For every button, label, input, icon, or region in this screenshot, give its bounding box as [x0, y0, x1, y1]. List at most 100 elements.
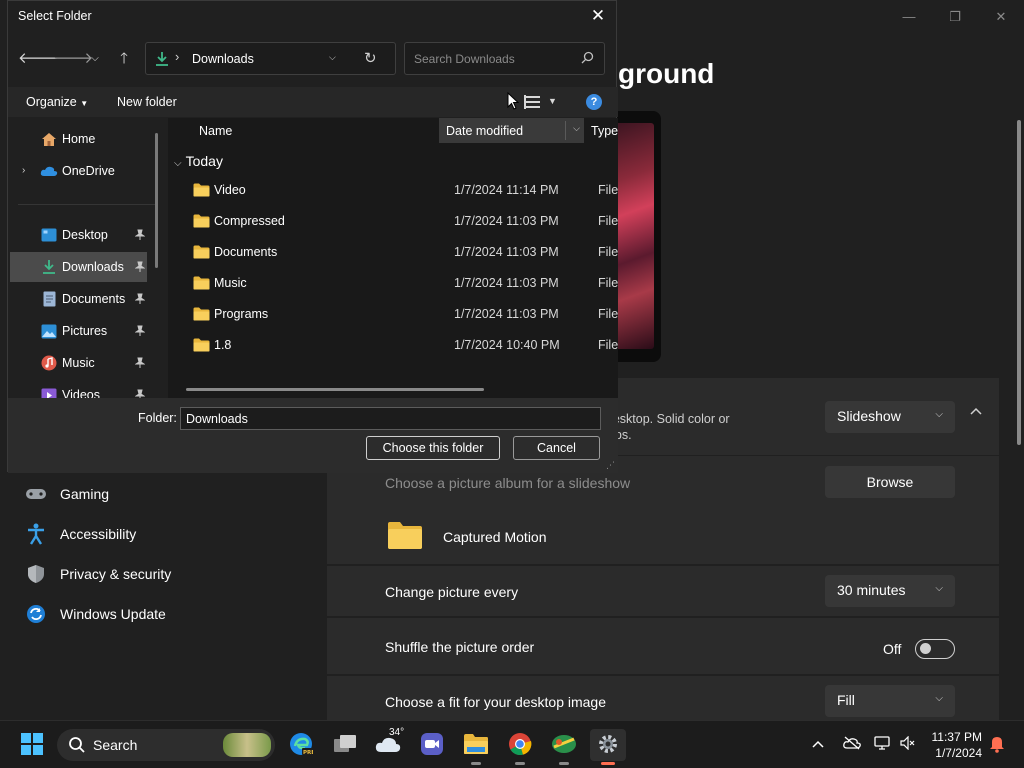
column-header-date[interactable]: Date modified ⌵ — [439, 118, 584, 143]
search-box[interactable]: Search Downloads — [404, 42, 605, 75]
nav-item-documents[interactable]: Documents — [10, 284, 147, 314]
snipping-app[interactable] — [546, 729, 582, 765]
nav-label: Gaming — [60, 486, 110, 502]
folder-name-input[interactable] — [180, 407, 601, 430]
resize-grip-icon[interactable]: ⋰ — [606, 460, 615, 471]
close-icon[interactable]: ✕ — [586, 5, 610, 29]
scrollbar[interactable] — [1017, 120, 1021, 445]
change-picture-dropdown[interactable]: 30 minutes ⌵ — [825, 575, 955, 607]
maximize-icon[interactable]: ❐ — [932, 6, 978, 28]
chevron-down-icon[interactable]: ⌵ — [329, 52, 336, 63]
fit-dropdown[interactable]: Fill ⌵ — [825, 685, 955, 717]
caret-down-icon[interactable]: ▼ — [548, 96, 557, 106]
start-button[interactable] — [14, 729, 50, 761]
meet-app[interactable] — [414, 729, 450, 761]
desktop-icon — [40, 226, 58, 244]
up-arrow-icon[interactable]: 🡑 — [112, 48, 136, 70]
network-icon[interactable] — [874, 736, 890, 753]
file-row[interactable]: 1.8 1/7/2024 10:40 PM File fo — [182, 330, 618, 360]
file-type: File fo — [598, 183, 618, 197]
forward-arrow-icon[interactable]: 🡒 — [53, 48, 93, 70]
nav-label: Home — [62, 132, 96, 146]
file-type: File fo — [598, 307, 618, 321]
nav-item-videos[interactable]: Videos — [10, 380, 147, 398]
cancel-button[interactable]: Cancel — [513, 436, 600, 460]
nav-item-home[interactable]: Home — [40, 124, 166, 154]
chevron-up-icon[interactable] — [812, 736, 824, 751]
minimize-icon[interactable]: — — [886, 6, 932, 28]
cloud-offline-icon[interactable] — [843, 736, 861, 753]
nav-label: Music — [62, 356, 95, 370]
toggle-state-label: Off — [883, 641, 902, 657]
file-row[interactable]: Music 1/7/2024 11:03 PM File fo — [182, 268, 618, 298]
nav-item-onedrive[interactable]: OneDrive — [40, 156, 166, 186]
shuffle-toggle[interactable] — [915, 639, 955, 659]
address-path: Downloads — [192, 52, 254, 66]
horizontal-scrollbar[interactable] — [186, 388, 484, 391]
file-row[interactable]: Programs 1/7/2024 11:03 PM File fo — [182, 299, 618, 329]
nav-item-windows-update[interactable]: Windows Update — [24, 596, 314, 632]
view-options-icon[interactable] — [524, 95, 540, 112]
weather-widget[interactable]: 34° — [370, 727, 406, 761]
file-row[interactable]: Documents 1/7/2024 11:03 PM File fo — [182, 237, 618, 267]
recent-locations-chevron-icon[interactable]: ⌵ — [83, 48, 107, 70]
nav-item-accessibility[interactable]: Accessibility — [24, 516, 314, 552]
fit-label: Choose a fit for your desktop image — [385, 694, 607, 710]
file-row[interactable]: Compressed 1/7/2024 11:03 PM File fo — [182, 206, 618, 236]
back-arrow-icon[interactable]: 🡐 — [18, 48, 58, 70]
column-header-type[interactable]: Type — [591, 124, 618, 138]
nav-item-privacy[interactable]: Privacy & security — [24, 556, 314, 592]
nav-item-music[interactable]: Music — [10, 348, 147, 378]
search-icon — [68, 736, 86, 757]
file-explorer-app[interactable] — [458, 729, 494, 765]
nav-item-downloads[interactable]: Downloads — [10, 252, 147, 282]
nav-item-desktop[interactable]: Desktop — [10, 220, 147, 250]
group-header[interactable]: ⌵ Today — [174, 153, 223, 169]
navigation-pane: Home › OneDrive Desktop Downloads Docume… — [8, 118, 166, 398]
chrome-icon — [508, 732, 532, 759]
group-label: Today — [185, 153, 223, 169]
file-date: 1/7/2024 11:03 PM — [454, 276, 559, 290]
file-name: Video — [214, 183, 246, 197]
toggle-knob — [920, 643, 931, 654]
search-label: Search — [93, 737, 138, 753]
nav-scrollbar[interactable] — [155, 133, 158, 268]
notification-bell-icon[interactable] — [989, 735, 1005, 756]
settings-app[interactable] — [590, 729, 626, 765]
address-bar[interactable]: › Downloads ⌵ ↻ — [145, 42, 396, 75]
file-row[interactable]: Video 1/7/2024 11:14 PM File fo — [182, 175, 618, 205]
taskbar-search[interactable]: Search — [57, 729, 275, 761]
column-header-name[interactable]: Name — [199, 124, 232, 138]
clock-time: 11:37 PM — [931, 730, 982, 744]
search-placeholder: Search Downloads — [414, 52, 515, 66]
chrome-app[interactable] — [502, 729, 538, 765]
choose-folder-button[interactable]: Choose this folder — [366, 436, 500, 460]
chevron-down-icon[interactable]: ⌵ — [573, 123, 580, 134]
close-icon[interactable]: ✕ — [978, 6, 1024, 28]
edge-app[interactable]: PRE — [283, 729, 319, 761]
background-type-dropdown[interactable]: Slideshow ⌵ — [825, 401, 955, 433]
help-icon[interactable]: ? — [586, 94, 602, 110]
clock[interactable]: 11:37 PM 1/7/2024 — [924, 729, 982, 761]
new-folder-button[interactable]: New folder — [117, 95, 177, 109]
nav-item-gaming[interactable]: Gaming — [24, 476, 314, 512]
videos-icon — [40, 386, 58, 398]
volume-muted-icon[interactable] — [900, 735, 916, 753]
chevron-up-icon[interactable] — [968, 406, 984, 422]
browse-button[interactable]: Browse — [825, 466, 955, 498]
task-view-app[interactable] — [327, 729, 363, 761]
fit-card: Choose a fit for your desktop image Fill… — [327, 676, 999, 720]
download-icon — [155, 51, 169, 70]
pin-icon — [134, 325, 146, 340]
gamepad-icon — [24, 482, 48, 506]
refresh-icon[interactable]: ↻ — [364, 49, 377, 67]
file-name: Music — [214, 276, 247, 290]
organize-button[interactable]: Organize ▼ — [26, 95, 88, 109]
select-folder-dialog: Select Folder ✕ 🡐 🡒 ⌵ 🡑 › Downloads ⌵ ↻ … — [7, 0, 618, 473]
file-type: File fo — [598, 276, 618, 290]
nav-item-pictures[interactable]: Pictures — [10, 316, 147, 346]
chevron-right-icon[interactable]: › — [22, 165, 25, 176]
shuffle-label: Shuffle the picture order — [385, 639, 535, 655]
nav-label: Privacy & security — [60, 566, 172, 582]
gear-icon — [597, 733, 619, 758]
